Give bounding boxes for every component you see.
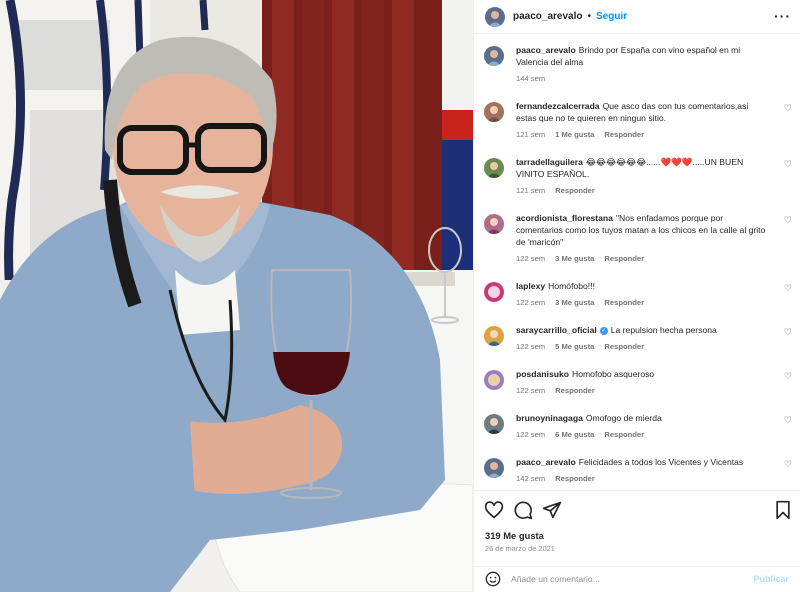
comment-like-heart-icon[interactable]: ♡ [784,459,792,470]
emoji-icon[interactable] [485,571,501,587]
post-photo-image [0,0,473,592]
heart-icon[interactable] [484,500,504,520]
verified-badge-icon: ✓ [599,326,608,335]
comment-item: laplexy Homófobo!!! 122 sem 3 Me gusta Re… [484,280,796,309]
comment-time: 122 sem [516,298,546,307]
comment-time: 122 sem [516,342,546,351]
comment-likes[interactable]: 6 Me gusta [555,429,594,441]
add-comment-bar: Publicar [474,566,800,591]
follow-button[interactable]: Seguir [596,11,627,22]
comment-item: acordionista_florestana "Nos enfadamos po… [484,212,796,265]
caption: paaco_arevalo Brindo por España con vino … [484,44,796,85]
comment-item: fernandezcalcerrada Que asco das con tus … [484,100,796,141]
bookmark-icon[interactable] [773,500,793,520]
author-avatar[interactable] [485,6,505,27]
comment-time: 122 sem [516,386,546,395]
reply-button[interactable]: Responder [604,129,644,141]
post-actions: 319 Me gusta 26 de marzo de 2021 Publica… [474,490,800,590]
comment-username[interactable]: paaco_arevalo [516,457,576,467]
comment-time: 121 sem [516,130,546,139]
comment-username[interactable]: tarradellaguilera [516,157,583,167]
post-photo[interactable] [0,0,473,592]
comment-avatar[interactable] [484,414,504,434]
reply-button[interactable]: Responder [604,297,644,309]
comment-input[interactable] [511,574,731,584]
comment-item: posdanisuko Homofobo asqueroso 122 sem Re… [484,368,796,397]
reply-button[interactable]: Responder [604,341,644,353]
comment-like-heart-icon[interactable]: ♡ [784,215,792,226]
comment-time: 121 sem [516,186,546,195]
post-header: paaco_arevalo • Seguir ··· [474,0,800,34]
comments-list[interactable]: paaco_arevalo Brindo por España con vino … [474,38,800,490]
comment-avatar[interactable] [484,214,504,234]
comment-icon[interactable] [513,500,533,520]
author-username[interactable]: paaco_arevalo [513,11,583,22]
reply-button[interactable]: Responder [555,385,595,397]
comment-avatar[interactable] [484,370,504,390]
post-side-panel: paaco_arevalo • Seguir ··· paaco_arevalo… [473,0,800,592]
comment-text: Homofobo asqueroso [572,369,655,379]
comment-username[interactable]: saraycarrillo_oficial [516,325,597,335]
separator-dot: • [587,11,592,22]
comment-likes[interactable]: 3 Me gusta [555,253,594,265]
comment-username[interactable]: paaco_arevalo [516,45,576,55]
share-icon[interactable] [542,500,562,520]
more-options-icon[interactable]: ··· [774,8,791,24]
comment-item: tarradellaguilera 😂😂😂😂😂😂......❤️❤️❤️.....… [484,156,796,197]
reply-button[interactable]: Responder [555,185,595,197]
comment-likes[interactable]: 3 Me gusta [555,297,594,309]
likes-count[interactable]: 319 Me gusta [485,530,544,541]
comment-avatar[interactable] [484,326,504,346]
comment-avatar[interactable] [484,282,504,302]
comment-time: 122 sem [516,254,546,263]
comment-avatar[interactable] [484,102,504,122]
comment-username[interactable]: posdanisuko [516,369,569,379]
comment-time: 142 sem [516,474,546,483]
comment-item: saraycarrillo_oficial ✓ La repulsion hecha… [484,324,796,353]
comment-likes[interactable]: 1 Me gusta [555,129,594,141]
comment-text: Felicidades a todos los Vicentes y Vicen… [578,457,744,467]
comment-text: Homófobo!!! [548,281,595,291]
comment-avatar[interactable] [484,46,504,66]
comment-username[interactable]: fernandezcalcerrada [516,101,600,111]
comment-text: La repulsion hecha persona [610,325,717,335]
comment-username[interactable]: brunoyninagaga [516,413,583,423]
comment-item: brunoyninagaga Omofogo de mierda 122 sem … [484,412,796,441]
reply-button[interactable]: Responder [604,253,644,265]
comment-like-heart-icon[interactable]: ♡ [784,159,792,170]
comment-likes[interactable]: 5 Me gusta [555,341,594,353]
publish-button[interactable]: Publicar [753,574,789,584]
comment-time: 144 sem [516,74,546,83]
comment-like-heart-icon[interactable]: ♡ [784,283,792,294]
reply-button[interactable]: Responder [555,473,595,485]
comment-username[interactable]: laplexy [516,281,545,291]
comment-time: 122 sem [516,430,546,439]
comment-like-heart-icon[interactable]: ♡ [784,371,792,382]
comment-username[interactable]: acordionista_florestana [516,213,613,223]
comment-text: Omofogo de mierda [585,413,662,423]
comment-avatar[interactable] [484,458,504,478]
reply-button[interactable]: Responder [604,429,644,441]
comment-like-heart-icon[interactable]: ♡ [784,415,792,426]
comment-like-heart-icon[interactable]: ♡ [784,103,792,114]
comment-item: paaco_arevalo Felicidades a todos los Vic… [484,456,796,485]
comment-like-heart-icon[interactable]: ♡ [784,327,792,338]
post-date: 26 de marzo de 2021 [485,544,555,553]
comment-avatar[interactable] [484,158,504,178]
